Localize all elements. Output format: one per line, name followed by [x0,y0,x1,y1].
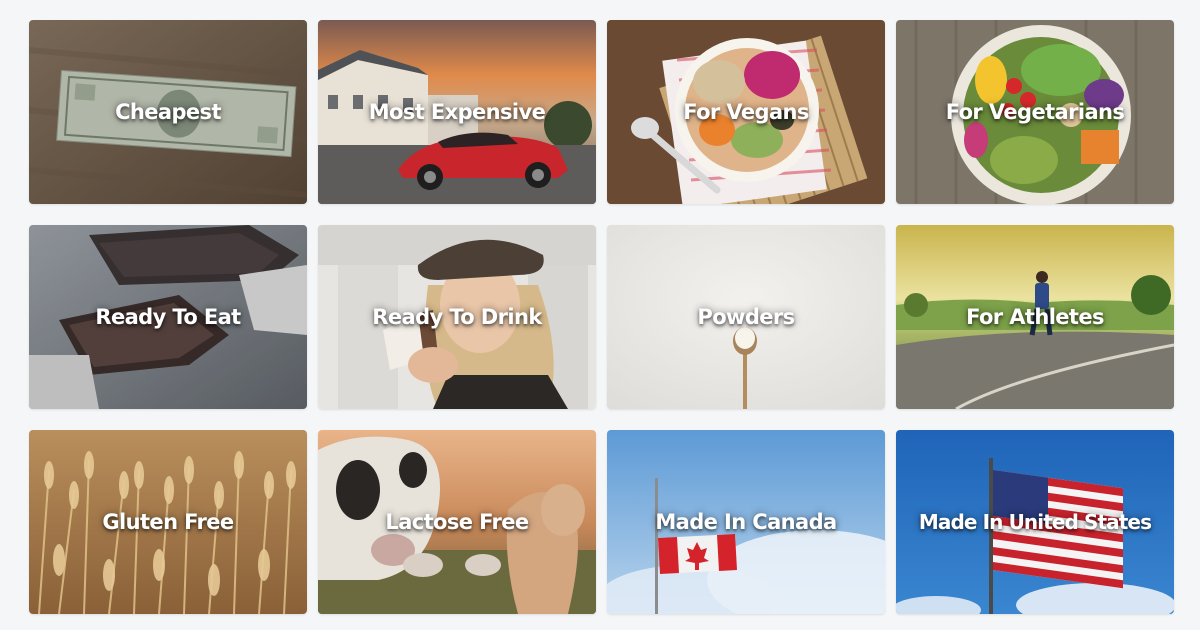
category-label: Ready To Eat [95,305,241,329]
category-label: Made In Canada [655,510,837,534]
category-label: Ready To Drink [372,305,542,329]
category-label: For Vegetarians [945,100,1125,124]
category-tile-lactose-free[interactable]: Lactose Free [318,430,596,614]
category-label: Made In United States [918,510,1152,534]
category-tile-most-expensive[interactable]: Most Expensive [318,20,596,204]
category-grid: Cheapest Most Expensive For Vegans For V… [29,20,1174,614]
category-tile-gluten-free[interactable]: Gluten Free [29,430,307,614]
category-label: Lactose Free [385,510,529,534]
category-tile-made-in-canada[interactable]: Made In Canada [607,430,885,614]
category-tile-ready-to-eat[interactable]: Ready To Eat [29,225,307,409]
category-tile-for-vegetarians[interactable]: For Vegetarians [896,20,1174,204]
category-tile-for-athletes[interactable]: For Athletes [896,225,1174,409]
category-label: Cheapest [115,100,221,124]
category-tile-made-in-united-states[interactable]: Made In United States [896,430,1174,614]
category-label: Gluten Free [102,510,234,534]
category-tile-ready-to-drink[interactable]: Ready To Drink [318,225,596,409]
category-tile-powders[interactable]: Powders [607,225,885,409]
category-label: For Vegans [683,100,809,124]
category-tile-cheapest[interactable]: Cheapest [29,20,307,204]
category-label: Powders [697,305,795,329]
category-label: For Athletes [966,305,1104,329]
category-tile-for-vegans[interactable]: For Vegans [607,20,885,204]
category-label: Most Expensive [368,100,546,124]
